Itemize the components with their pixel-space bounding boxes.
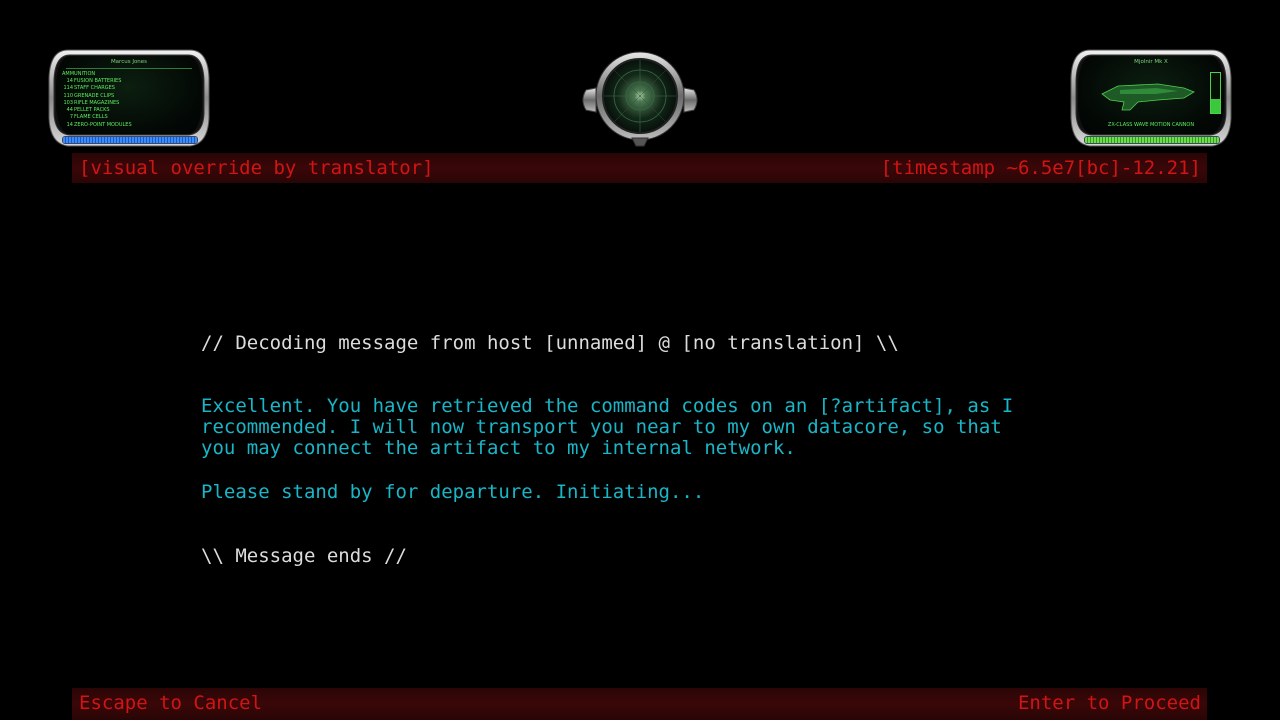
ammo-item: 103RIFLE MAGAZINES	[62, 100, 132, 107]
ammo-bar	[1084, 136, 1220, 144]
player-name: Marcus Jones	[110, 59, 148, 65]
weapon-name: Mjolnir Mk X	[1134, 59, 1168, 65]
weapon-screen: Mjolnir Mk X ZX-CLASS WAVE MOTION CANNON	[1078, 56, 1224, 134]
ammo-count: 103	[63, 99, 73, 106]
timestamp: [timestamp ~6.5e7[bc]-12.21]	[880, 157, 1201, 179]
ammo-type: STAFF CHARGES	[74, 85, 115, 92]
ammo-item: 14FUSION BATTERIES	[62, 78, 132, 85]
ammo-list: 14FUSION BATTERIES 114STAFF CHARGES 110G…	[62, 78, 132, 129]
divider	[66, 68, 192, 69]
message-paragraph: Excellent. You have retrieved the comman…	[201, 395, 1014, 459]
ammo-count: 110	[63, 92, 73, 99]
ammo-count: 7	[69, 114, 73, 121]
ammo-type: ZERO-POINT MODULES	[74, 121, 132, 128]
cannon-icon	[1101, 83, 1195, 111]
charge-gauge-fill	[1211, 99, 1220, 113]
ammo-item: 110GRENADE CLIPS	[62, 93, 132, 100]
message-header: // Decoding message from host [unnamed] …	[201, 332, 899, 354]
translator-notice: [visual override by translator]	[79, 157, 434, 179]
ammo-count: 14	[66, 121, 73, 128]
ammo-bar-fill	[1085, 137, 1219, 143]
shield-bar-fill	[63, 137, 197, 143]
ammo-item: 7FLAME CELLS	[62, 114, 132, 121]
ammo-type: GRENADE CLIPS	[74, 92, 115, 99]
ammo-type: PELLET PACKS	[74, 107, 110, 114]
terminal-footer-bar: Escape to Cancel Enter to Proceed	[72, 688, 1207, 720]
ammo-count: 114	[63, 85, 73, 92]
weapon-panel: Mjolnir Mk X ZX-CLASS WAVE MOTION CANNON	[1070, 48, 1232, 148]
ammo-panel: Marcus Jones AMMUNITION 14FUSION BATTERI…	[48, 48, 210, 148]
ammo-item: 44PELLET PACKS	[62, 107, 132, 114]
ammo-heading: AMMUNITION	[62, 71, 96, 77]
ammo-screen: Marcus Jones AMMUNITION 14FUSION BATTERI…	[56, 56, 202, 134]
motion-sensor-icon	[582, 51, 698, 147]
ammo-item: 114STAFF CHARGES	[62, 85, 132, 92]
message-footer: \\ Message ends //	[201, 545, 407, 567]
charge-gauge	[1210, 72, 1221, 114]
terminal-header-bar: [visual override by translator] [timesta…	[72, 153, 1207, 183]
ammo-item: 14ZERO-POINT MODULES	[62, 122, 132, 129]
message-paragraph: Please stand by for departure. Initiatin…	[201, 481, 705, 503]
ammo-count: 14	[66, 78, 73, 84]
proceed-prompt[interactable]: Enter to Proceed	[1018, 692, 1201, 714]
cancel-prompt[interactable]: Escape to Cancel	[79, 692, 262, 714]
ammo-count: 44	[66, 107, 73, 114]
weapon-description: ZX-CLASS WAVE MOTION CANNON	[1107, 122, 1195, 128]
ammo-type: RIFLE MAGAZINES	[74, 99, 120, 106]
ammo-type: FLAME CELLS	[74, 114, 108, 121]
ammo-type: FUSION BATTERIES	[74, 78, 122, 84]
shield-bar	[62, 136, 198, 144]
